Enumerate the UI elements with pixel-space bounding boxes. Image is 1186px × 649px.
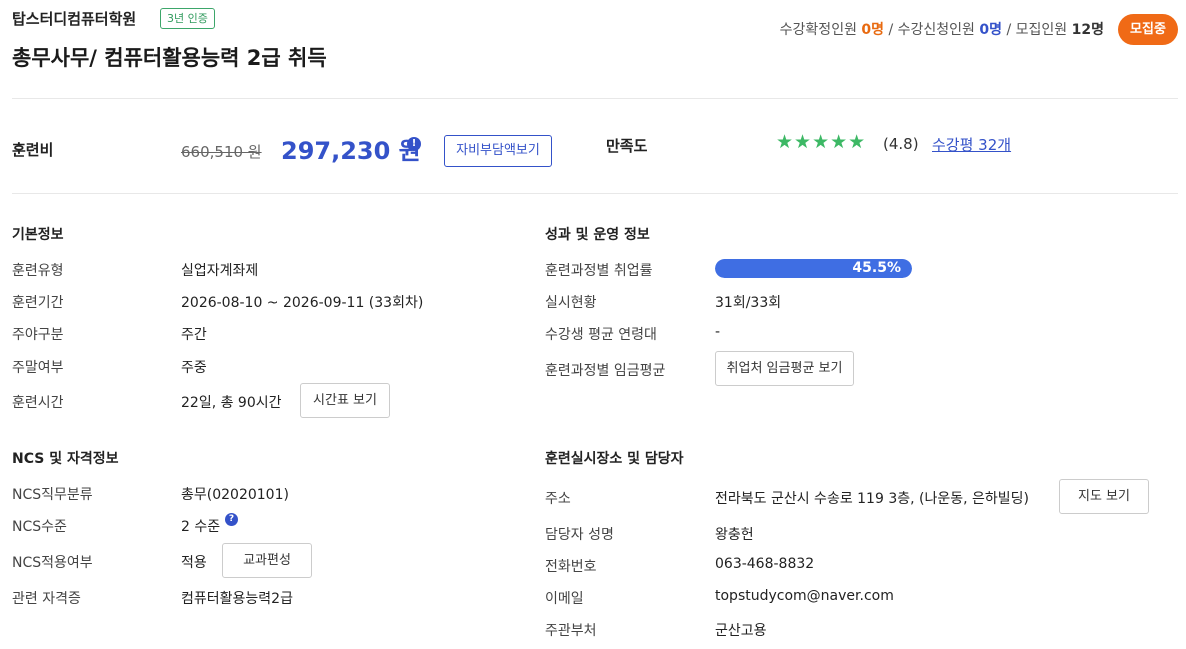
dept-value: 군산고용: [715, 623, 767, 639]
progress-value: 31회/33회: [715, 295, 782, 311]
ncs-job-class-label: NCS직무분류: [12, 487, 93, 503]
ncs-level-value: 2 수준: [181, 519, 221, 535]
course-title: 총무사무/ 컴퓨터활용능력 2급 취득: [12, 46, 327, 70]
discounted-price: 297,230 원: [281, 137, 421, 165]
performance-title: 성과 및 운영 정보: [545, 227, 650, 243]
self-pay-button[interactable]: 자비부담액보기: [444, 135, 552, 167]
ncs-level-label: NCS수준: [12, 519, 67, 535]
applied-label: 수강신청인원: [897, 22, 975, 38]
email-label: 이메일: [545, 591, 584, 607]
rating-score: (4.8): [883, 135, 919, 153]
row-value: 실업자계좌제: [181, 263, 259, 279]
cert-label: 관련 자격증: [12, 591, 81, 607]
basic-info-title: 기본정보: [12, 227, 64, 243]
wage-average-button[interactable]: 취업처 임금평균 보기: [715, 351, 854, 386]
satisfaction-label: 만족도: [606, 137, 648, 155]
ncs-applied-value: 적용: [181, 555, 207, 571]
timetable-button[interactable]: 시간표 보기: [300, 383, 390, 418]
employment-rate-label: 훈련과정별 취업률: [545, 263, 653, 279]
row-value: 22일, 총 90시간: [181, 395, 282, 411]
avg-age-label: 수강생 평균 연령대: [545, 327, 657, 343]
avg-age-value: -: [715, 324, 721, 340]
recruiting-status-badge: 모집중: [1118, 14, 1178, 45]
row-key: 훈련기간: [12, 295, 64, 311]
ncs-job-class-value: 총무(02020101): [181, 487, 289, 503]
row-key: 주말여부: [12, 360, 64, 376]
help-icon[interactable]: ?: [225, 513, 238, 526]
capacity-count: 12명: [1071, 22, 1104, 38]
location-title: 훈련실시장소 및 담당자: [545, 451, 684, 467]
row-value: 주간: [181, 327, 207, 343]
star-rating-icon: ★★★★★: [776, 131, 867, 153]
row-value: 2026-08-10 ~ 2026-09-11 (33회차): [181, 295, 424, 311]
row-key: 주야구분: [12, 327, 64, 343]
email-value: topstudycom@naver.com: [715, 588, 894, 604]
progress-label: 실시현황: [545, 295, 597, 311]
curriculum-button[interactable]: 교과편성: [222, 543, 312, 578]
fee-label: 훈련비: [12, 141, 54, 159]
manager-label: 담당자 성명: [545, 527, 614, 543]
row-key: 훈련유형: [12, 263, 64, 279]
dept-label: 주관부처: [545, 623, 597, 639]
original-price: 660,510 원: [181, 143, 262, 161]
reviews-link[interactable]: 수강평 32개: [932, 134, 1011, 155]
wage-label: 훈련과정별 임금평균: [545, 363, 666, 379]
header-divider: [12, 98, 1178, 99]
employment-rate-value: 45.5%: [852, 260, 901, 276]
confirmed-label: 수강확정인원: [779, 22, 857, 38]
address-value: 전라북도 군산시 수송로 119 3층, (나운동, 은하빌딩): [715, 491, 1029, 507]
certification-badge: 3년 인증: [160, 8, 215, 29]
confirmed-count: 0명: [861, 22, 885, 38]
phone-label: 전화번호: [545, 559, 597, 575]
stats-separator: /: [888, 22, 894, 38]
map-button[interactable]: 지도 보기: [1059, 479, 1149, 514]
ncs-title: NCS 및 자격정보: [12, 451, 119, 467]
manager-value: 왕충헌: [715, 527, 754, 543]
ncs-applied-label: NCS적용여부: [12, 555, 93, 571]
applied-count: 0명: [979, 22, 1003, 38]
price-info-icon[interactable]: !: [407, 137, 421, 151]
enrollment-stats: 수강확정인원 0명 / 수강신청인원 0명 / 모집인원 12명: [780, 19, 1104, 39]
cert-value: 컴퓨터활용능력2급: [181, 591, 293, 607]
fee-divider: [12, 193, 1178, 194]
row-value: 주중: [181, 360, 207, 376]
institution-name[interactable]: 탑스터디컴퓨터학원: [12, 8, 136, 29]
phone-value: 063-468-8832: [715, 556, 815, 572]
stats-separator: /: [1006, 22, 1012, 38]
capacity-label: 모집인원: [1015, 22, 1068, 38]
row-key: 훈련시간: [12, 395, 64, 411]
address-label: 주소: [545, 491, 571, 507]
